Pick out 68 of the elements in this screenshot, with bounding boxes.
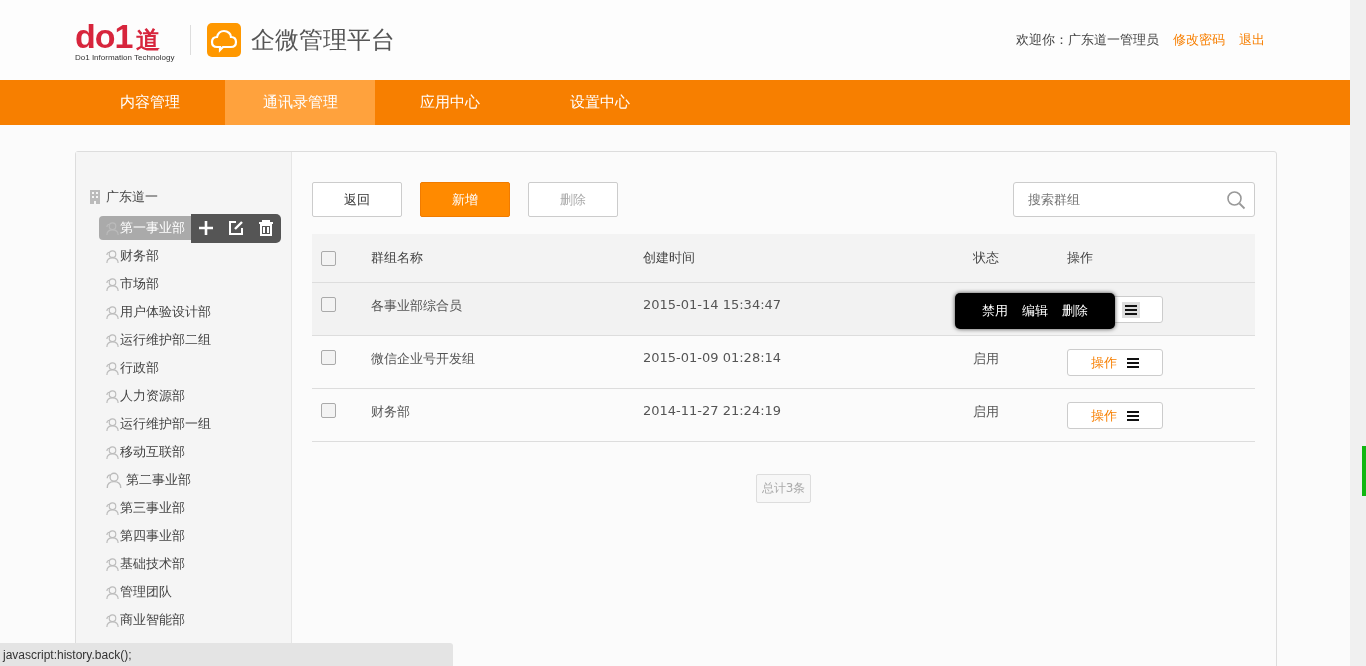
tree-item[interactable]: 第二事业部 [99,468,197,492]
tree-item[interactable]: 用户体验设计部 [99,300,217,324]
person-icon [105,528,120,544]
tree-item[interactable]: 商业智能部 [99,608,191,632]
person-icon [105,471,123,489]
person-icon [105,360,120,376]
tree-item[interactable]: 市场部 [99,272,165,296]
person-icon [105,388,120,404]
column-header: 操作 [1067,250,1093,265]
checkbox[interactable] [321,403,336,418]
tree-item[interactable]: 管理团队 [99,580,178,604]
person-icon [105,248,120,264]
edit-icon[interactable] [227,219,245,237]
side-marker [1362,446,1366,496]
table-cell: 财务部 [371,404,410,419]
scrollbar[interactable] [1350,0,1366,666]
person-icon [105,612,120,628]
tree-item[interactable]: 人力资源部 [99,384,191,408]
table-cell: 各事业部综合员 [371,298,462,313]
tree-item[interactable]: 运行维护部二组 [99,328,217,352]
toolbar-button[interactable]: 返回 [312,182,402,217]
menu-item[interactable]: 编辑 [1022,302,1048,320]
trash-icon[interactable] [257,219,275,237]
logo-tagline: Do1 Information Technology [75,53,175,62]
person-icon [105,584,120,600]
add-icon[interactable] [197,219,215,237]
column-header: 创建时间 [643,250,695,265]
logo-mark: do1 [75,18,133,53]
building-icon [88,189,102,205]
person-icon [105,444,120,460]
checkbox[interactable] [321,350,336,365]
person-icon [105,500,120,516]
tree-item[interactable]: 第四事业部 [99,524,191,548]
tree-item[interactable]: 行政部 [99,356,165,380]
table-cell: 2015-01-09 01:28:14 [643,350,782,365]
tree-item[interactable]: 运行维护部一组 [99,412,217,436]
column-header: 群组名称 [371,250,423,265]
logo-character: 道 [136,27,161,52]
tree-item[interactable]: 第三事业部 [99,496,191,520]
menu-item[interactable]: 禁用 [982,302,1008,320]
checkbox[interactable] [321,297,336,312]
tree-item[interactable]: 基础技术部 [99,552,191,576]
menu-icon [1125,304,1137,315]
person-icon [105,556,120,572]
checkbox[interactable] [321,251,336,266]
tree-item[interactable]: 移动互联部 [99,440,191,464]
product-title: 企微管理平台 [251,25,396,56]
search-field[interactable]: 搜索群组 [1013,182,1255,217]
table-cell: 2014-11-27 21:24:19 [643,403,782,418]
menu-icon [1127,410,1139,421]
menu-icon [1127,357,1139,368]
person-icon [105,416,120,432]
menu-item[interactable]: 删除 [1062,302,1088,320]
person-icon [105,304,120,320]
status-bar: javascript:history.back(); [0,643,453,666]
column-header: 状态 [973,250,999,265]
person-icon [105,276,120,292]
status-text: 启用 [973,404,999,419]
status-text: 启用 [973,351,999,366]
search-icon[interactable] [1226,190,1246,210]
table-cell: 微信企业号开发组 [371,351,475,366]
tree-item[interactable]: 财务部 [99,244,165,268]
cloud-icon [207,23,242,57]
total-count: 总计3条 [755,474,812,503]
welcome-text: 欢迎你：广东道一管理员 [1016,31,1159,49]
tree-root[interactable]: 广东道一 [106,188,158,206]
table-cell: 2015-01-14 15:34:47 [643,297,782,312]
person-icon [105,332,120,348]
